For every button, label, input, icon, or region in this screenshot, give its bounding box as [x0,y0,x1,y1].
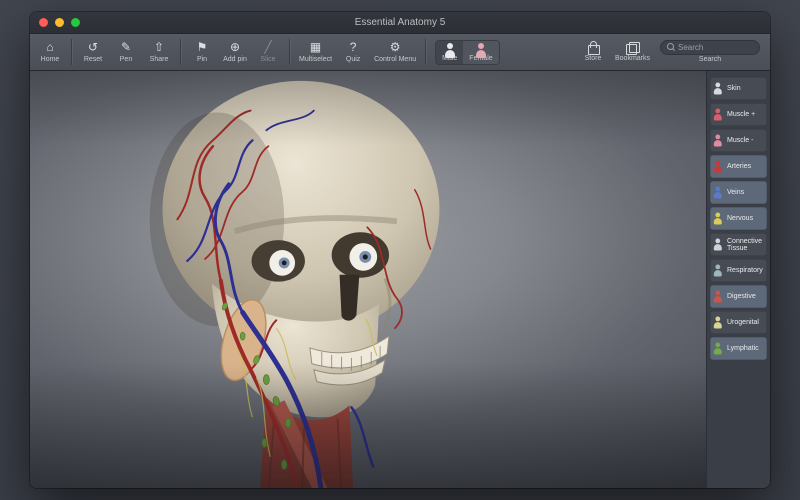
sidebar-item-digestive[interactable]: Digestive [710,285,767,308]
reset-icon: ↺ [88,41,98,55]
digestive-icon [713,291,722,303]
zoom-button[interactable] [71,18,80,27]
sidebar-item-veins[interactable]: Veins [710,181,767,204]
reset-button[interactable]: ↺ Reset [81,41,105,64]
muscle-minus-icon [713,135,722,147]
female-icon [475,43,486,54]
sidebar-item-skin[interactable]: Skin [710,77,767,100]
window-title: Essential Anatomy 5 [30,17,770,28]
titlebar[interactable]: Essential Anatomy 5 [30,12,770,34]
respiratory-icon [713,265,722,277]
search-icon [667,43,675,52]
sidebar-item-urogenital[interactable]: Urogenital [710,311,767,334]
sidebar-item-respiratory[interactable]: Respiratory [710,259,767,282]
add-pin-button[interactable]: ⊕ Add pin [223,41,247,64]
male-button[interactable]: Male [436,41,463,64]
lymphatic-icon [713,343,722,355]
bookmarks-button[interactable]: Bookmarks [615,42,650,63]
pin-icon: ⚑ [197,41,208,55]
store-button[interactable]: Store [581,41,605,63]
toolbar-separator [425,39,426,65]
quiz-icon: ? [350,41,357,55]
home-button[interactable]: ⌂ Home [38,41,62,64]
systems-sidebar: Skin Muscle + Muscle - Arteries Veins Ne… [706,71,770,488]
multiselect-button[interactable]: ▦ Multiselect [299,41,332,64]
traffic-lights [30,18,80,27]
toolbar-right: Store Bookmarks Search [581,40,762,64]
quiz-button[interactable]: ? Quiz [341,41,365,64]
nervous-icon [713,213,722,225]
add-pin-icon: ⊕ [230,41,240,55]
muscle-plus-icon [713,109,722,121]
gender-toggle: Male Female [435,40,500,65]
minimize-button[interactable] [55,18,64,27]
sidebar-item-nervous[interactable]: Nervous [710,207,767,230]
toolbar-separator [71,39,72,65]
multiselect-icon: ▦ [310,41,321,55]
control-menu-icon: ⚙ [390,41,401,55]
anatomy-viewport[interactable] [30,71,706,488]
toolbar: ⌂ Home ↺ Reset ✎ Pen ⇧ Share ⚑ Pin ⊕ Add… [30,34,770,71]
store-bag-icon [587,41,599,54]
pen-icon: ✎ [121,41,131,55]
connective-tissue-icon [713,239,722,251]
sidebar-item-lymphatic[interactable]: Lymphatic [710,337,767,360]
female-button[interactable]: Female [463,41,498,64]
male-icon [444,43,455,54]
urogenital-icon [713,317,722,329]
control-menu-button[interactable]: ⚙ Control Menu [374,41,416,64]
skin-layer-icon [713,83,722,95]
search-input[interactable] [678,43,753,52]
search-label: Search [699,56,721,64]
arteries-icon [713,161,722,173]
pin-button[interactable]: ⚑ Pin [190,41,214,64]
sidebar-item-muscle-minus[interactable]: Muscle - [710,129,767,152]
main-content: Skin Muscle + Muscle - Arteries Veins Ne… [30,71,770,488]
close-button[interactable] [39,18,48,27]
slice-icon: ╱ [264,41,271,55]
toolbar-separator [180,39,181,65]
sidebar-item-arteries[interactable]: Arteries [710,155,767,178]
sidebar-item-connective-tissue[interactable]: Connective Tissue [710,233,767,256]
app-window: Essential Anatomy 5 ⌂ Home ↺ Reset ✎ Pen… [30,12,770,488]
share-icon: ⇧ [154,41,164,55]
bookmarks-icon [626,42,639,54]
share-button[interactable]: ⇧ Share [147,41,171,64]
viewport-vignette [30,71,706,488]
toolbar-separator [289,39,290,65]
slice-button[interactable]: ╱ Slice [256,41,280,64]
pen-button[interactable]: ✎ Pen [114,41,138,64]
search-area: Search [660,40,762,64]
veins-icon [713,187,722,199]
home-icon: ⌂ [46,41,53,55]
search-field[interactable] [660,40,760,55]
sidebar-item-muscle-plus[interactable]: Muscle + [710,103,767,126]
